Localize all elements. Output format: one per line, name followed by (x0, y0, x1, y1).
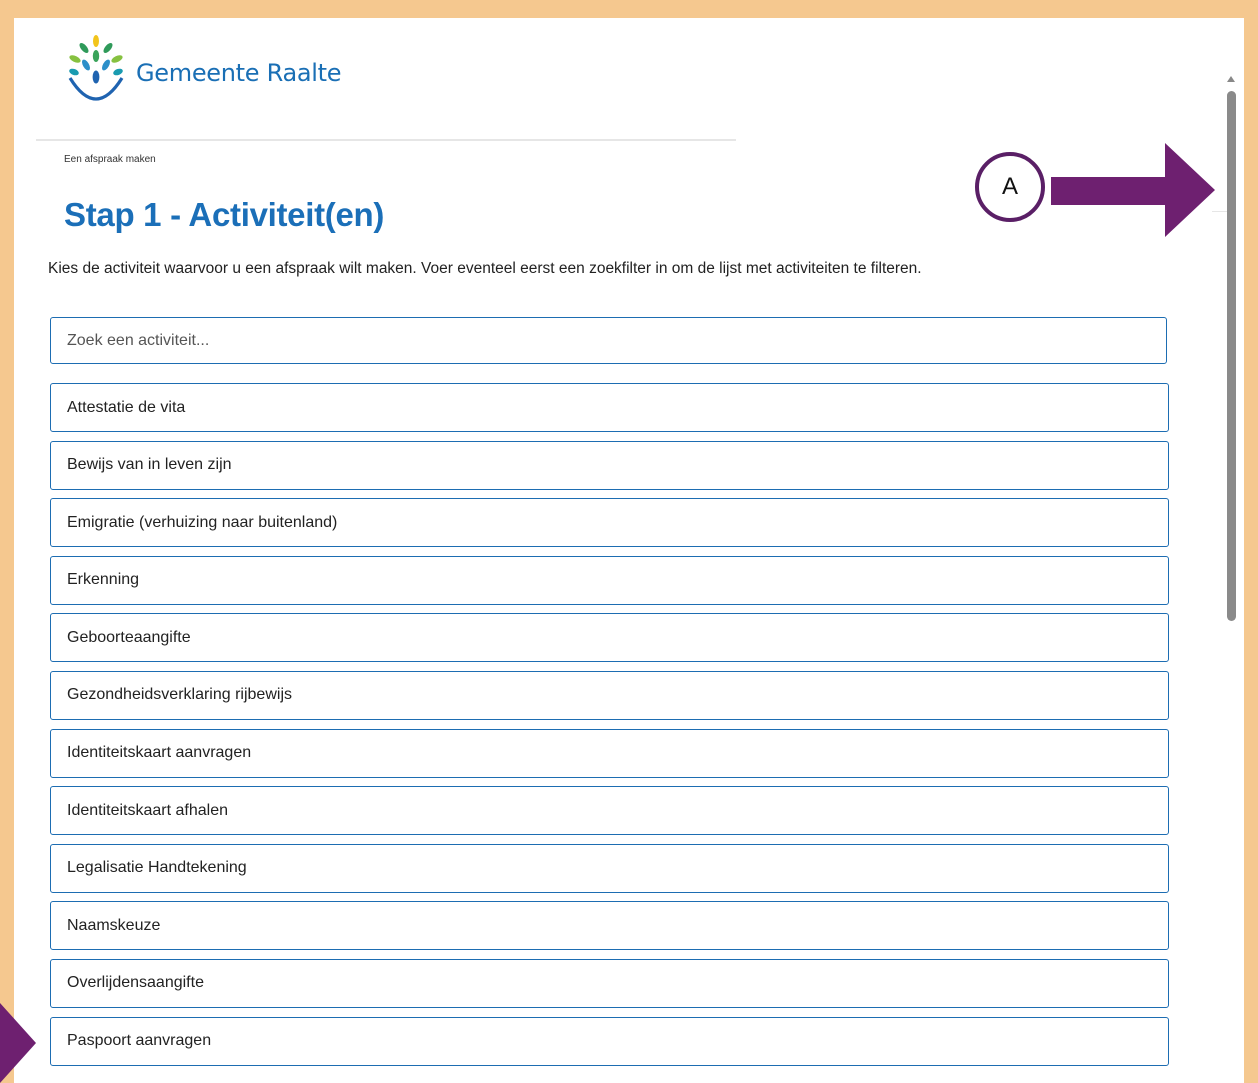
activity-list: Attestatie de vita Bewijs van in leven zi… (50, 383, 1169, 1074)
search-input[interactable] (50, 317, 1167, 364)
activity-item[interactable]: Identiteitskaart aanvragen (50, 728, 1169, 778)
scrollbar-thumb[interactable] (1227, 91, 1236, 621)
activity-label: Gezondheidsverklaring rijbewijs (67, 686, 292, 704)
scroll-up-arrow-icon[interactable] (1227, 76, 1235, 82)
activity-label: Identiteitskaart aanvragen (67, 744, 252, 762)
page: Gemeente Raalte Een afspraak maken Stap … (14, 18, 1244, 1083)
activity-label: Identiteitskaart afhalen (67, 801, 228, 819)
gemeente-raalte-logo[interactable]: Gemeente Raalte (64, 33, 342, 113)
activity-item[interactable]: Naamskeuze (50, 901, 1169, 951)
activity-label: Attestatie de vita (67, 398, 186, 416)
activity-item[interactable]: Gezondheidsverklaring rijbewijs (50, 670, 1169, 720)
page-title: Stap 1 - Activiteit(en) (64, 196, 385, 233)
intro-text: Kies de activiteit waarvoor u een afspra… (48, 260, 922, 277)
activity-label: Naamskeuze (67, 916, 161, 934)
activity-label: Overlijdensaangifte (67, 974, 204, 992)
annotation-arrow-icon (1051, 143, 1215, 237)
activity-item[interactable]: Emigratie (verhuizing naar buitenland) (50, 498, 1169, 548)
activity-label: Geboorteaangifte (67, 628, 191, 646)
activity-item[interactable]: Legalisatie Handtekening (50, 843, 1169, 893)
logo-text: Gemeente Raalte (136, 59, 342, 87)
activity-label: Legalisatie Handtekening (67, 859, 247, 877)
activity-label: Paspoort aanvragen (67, 1032, 212, 1050)
breadcrumb: Een afspraak maken (64, 154, 156, 165)
header-divider (36, 139, 736, 141)
activity-item[interactable]: Identiteitskaart afhalen (50, 786, 1169, 836)
activity-item[interactable]: Bewijs van in leven zijn (50, 440, 1169, 490)
activity-item[interactable]: Paspoort aanvragen (50, 1016, 1169, 1066)
annotation-label: A (1001, 173, 1018, 200)
activity-item[interactable]: Overlijdensaangifte (50, 958, 1169, 1008)
annotation-marker: A (975, 152, 1045, 222)
left-annotation-arrow-icon (0, 1003, 36, 1083)
activity-label: Bewijs van in leven zijn (67, 456, 232, 474)
activity-label: Erkenning (67, 571, 140, 589)
activity-item[interactable]: Erkenning (50, 555, 1169, 605)
activity-item[interactable]: Geboorteaangifte (50, 613, 1169, 663)
activity-label: Emigratie (verhuizing naar buitenland) (67, 513, 338, 531)
leaf-logo-icon (68, 35, 124, 101)
activity-item[interactable]: Attestatie de vita (50, 383, 1169, 432)
